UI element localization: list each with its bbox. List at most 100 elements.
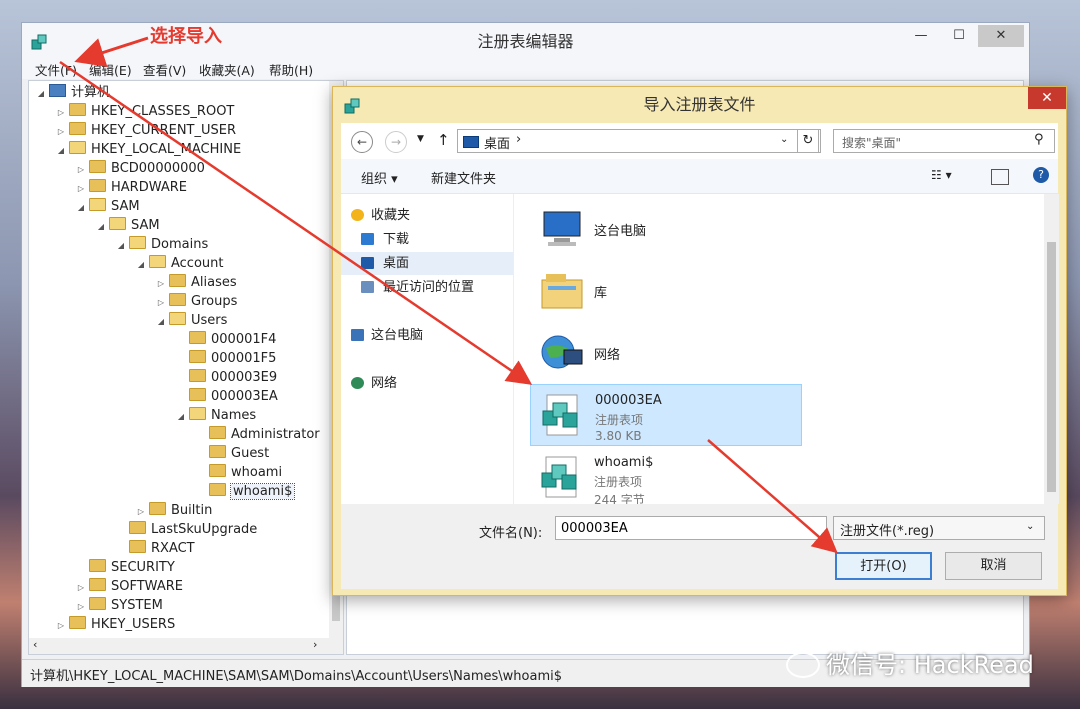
help-icon[interactable]: ? (1033, 167, 1049, 183)
recent-locations-chevron-icon[interactable]: ▼ (417, 134, 424, 144)
nav-item-label: 收藏夹 (371, 208, 411, 223)
preview-pane-icon[interactable] (991, 169, 1009, 185)
expand-icon[interactable]: ▷ (75, 578, 87, 597)
search-input[interactable]: 搜索"桌面" ⚲ (833, 129, 1055, 153)
cancel-button[interactable]: 取消 (945, 552, 1042, 580)
tree-node[interactable]: 000003E9 (35, 368, 320, 387)
folder-icon (149, 502, 166, 515)
nav-item[interactable]: 收藏夹 (341, 204, 521, 227)
close-button[interactable]: ✕ (978, 25, 1024, 47)
collapse-icon[interactable]: ◢ (115, 236, 127, 255)
expand-icon[interactable]: ▷ (55, 103, 67, 122)
expand-icon[interactable]: ▷ (55, 122, 67, 141)
file-item[interactable]: 这台电脑 (530, 198, 802, 260)
nav-item[interactable]: 下载 (341, 228, 533, 251)
breadcrumb-chevron-icon[interactable]: › (516, 132, 521, 147)
tree-node[interactable]: ◢ Account (35, 254, 320, 273)
expand-icon[interactable]: ▷ (155, 274, 167, 293)
collapse-icon[interactable]: ◢ (155, 312, 167, 331)
file-item[interactable]: 000003EA 注册表项 3.80 KB (530, 384, 802, 446)
tree-node[interactable]: ◢ 计算机 (35, 83, 320, 102)
scroll-left-icon[interactable]: ‹ (33, 638, 37, 651)
file-name: 这台电脑 (594, 224, 647, 239)
tree-node[interactable]: LastSkuUpgrade (35, 520, 320, 539)
tree-node[interactable]: ◢ SAM (35, 216, 320, 235)
forward-icon[interactable]: → (385, 131, 407, 153)
tree-node[interactable]: ▷ SYSTEM (35, 596, 320, 615)
tree-node[interactable]: ▷ HKEY_CURRENT_USER (35, 121, 320, 140)
folder-icon (169, 274, 186, 287)
tree-node[interactable]: 000001F5 (35, 349, 320, 368)
menu-favorites[interactable]: 收藏夹(A) (199, 60, 255, 79)
expand-icon[interactable]: ▷ (135, 502, 147, 521)
folder-icon (169, 293, 186, 306)
tree-node[interactable]: ▷ Aliases (35, 273, 320, 292)
filename-input[interactable] (555, 516, 827, 540)
tree-node[interactable]: ▷ Groups (35, 292, 320, 311)
tree-node[interactable]: ▷ HARDWARE (35, 178, 320, 197)
folder-icon (189, 331, 206, 344)
file-item[interactable]: 网络 (530, 322, 802, 384)
tree-node[interactable]: ◢ HKEY_LOCAL_MACHINE (35, 140, 320, 159)
tree-horizontal-scrollbar[interactable]: ‹ › (29, 638, 329, 654)
expand-icon[interactable]: ▷ (75, 597, 87, 616)
refresh-button[interactable]: ↻ (797, 129, 819, 153)
tree-node[interactable]: SECURITY (35, 558, 320, 577)
collapse-icon[interactable]: ◢ (75, 198, 87, 217)
expand-icon[interactable]: ▷ (75, 179, 87, 198)
open-button[interactable]: 打开(O) (835, 552, 932, 580)
tree-node[interactable]: RXACT (35, 539, 320, 558)
file-item[interactable]: 库 (530, 260, 802, 322)
collapse-icon[interactable]: ◢ (175, 407, 187, 426)
tree-node-label: whoami$ (229, 483, 296, 500)
nav-item[interactable]: 网络 (341, 372, 521, 395)
file-type-select[interactable]: 注册文件(*.reg) ⌄ (833, 516, 1045, 540)
menu-view[interactable]: 查看(V) (143, 60, 186, 79)
menu-file[interactable]: 文件(F) (35, 60, 77, 79)
view-options-icon[interactable]: ☷ ▾ (931, 168, 952, 182)
file-list-scroll-thumb[interactable] (1047, 242, 1056, 492)
computer-icon (543, 211, 581, 246)
scroll-right-icon[interactable]: › (313, 638, 317, 651)
tree-node[interactable]: ▷ Builtin (35, 501, 320, 520)
address-dropdown-icon[interactable]: ⌄ (780, 134, 788, 145)
up-icon[interactable]: ↑ (437, 131, 450, 149)
expand-icon[interactable]: ▷ (155, 293, 167, 312)
menu-edit[interactable]: 编辑(E) (89, 60, 132, 79)
tree-node[interactable]: ▷ HKEY_CLASSES_ROOT (35, 102, 320, 121)
expand-icon[interactable]: ▷ (75, 160, 87, 179)
tree-node[interactable]: 000001F4 (35, 330, 320, 349)
collapse-icon[interactable]: ◢ (135, 255, 147, 274)
collapse-icon[interactable]: ◢ (55, 141, 67, 160)
nav-item[interactable]: 桌面 (341, 252, 541, 275)
desktop-icon (361, 257, 374, 269)
expand-icon[interactable]: ▷ (55, 616, 67, 635)
tree-node[interactable]: Administrator (35, 425, 320, 444)
tree-node[interactable]: ▷ HKEY_USERS (35, 615, 320, 634)
tree-node[interactable]: ◢ Names (35, 406, 320, 425)
file-item[interactable]: whoami$ 注册表项 244 字节 (530, 447, 802, 509)
chevron-down-icon[interactable]: ⌄ (1026, 521, 1034, 532)
minimize-button[interactable]: — (906, 25, 936, 47)
organize-button[interactable]: 组织 ▾ (361, 168, 398, 187)
menu-help[interactable]: 帮助(H) (269, 60, 313, 79)
tree-node[interactable]: ◢ Users (35, 311, 320, 330)
back-icon[interactable]: ← (351, 131, 373, 153)
nav-item[interactable]: 最近访问的位置 (341, 276, 533, 299)
tree-node[interactable]: 000003EA (35, 387, 320, 406)
tree-node[interactable]: ◢ SAM (35, 197, 320, 216)
new-folder-button[interactable]: 新建文件夹 (431, 168, 496, 187)
collapse-icon[interactable]: ◢ (95, 217, 107, 236)
collapse-icon[interactable]: ◢ (35, 84, 47, 103)
tree-node[interactable]: Guest (35, 444, 320, 463)
tree-node[interactable]: whoami$ (35, 482, 320, 501)
tree-node[interactable]: ◢ Domains (35, 235, 320, 254)
dialog-close-button[interactable]: ✕ (1028, 87, 1066, 109)
maximize-button[interactable]: ☐ (944, 25, 974, 47)
tree-node[interactable]: whoami (35, 463, 320, 482)
nav-item[interactable]: 这台电脑 (341, 324, 521, 347)
tree-node[interactable]: ▷ SOFTWARE (35, 577, 320, 596)
search-icon[interactable]: ⚲ (1034, 132, 1044, 147)
address-bar[interactable]: 桌面 › ⌄ (457, 129, 821, 153)
tree-node[interactable]: ▷ BCD00000000 (35, 159, 320, 178)
